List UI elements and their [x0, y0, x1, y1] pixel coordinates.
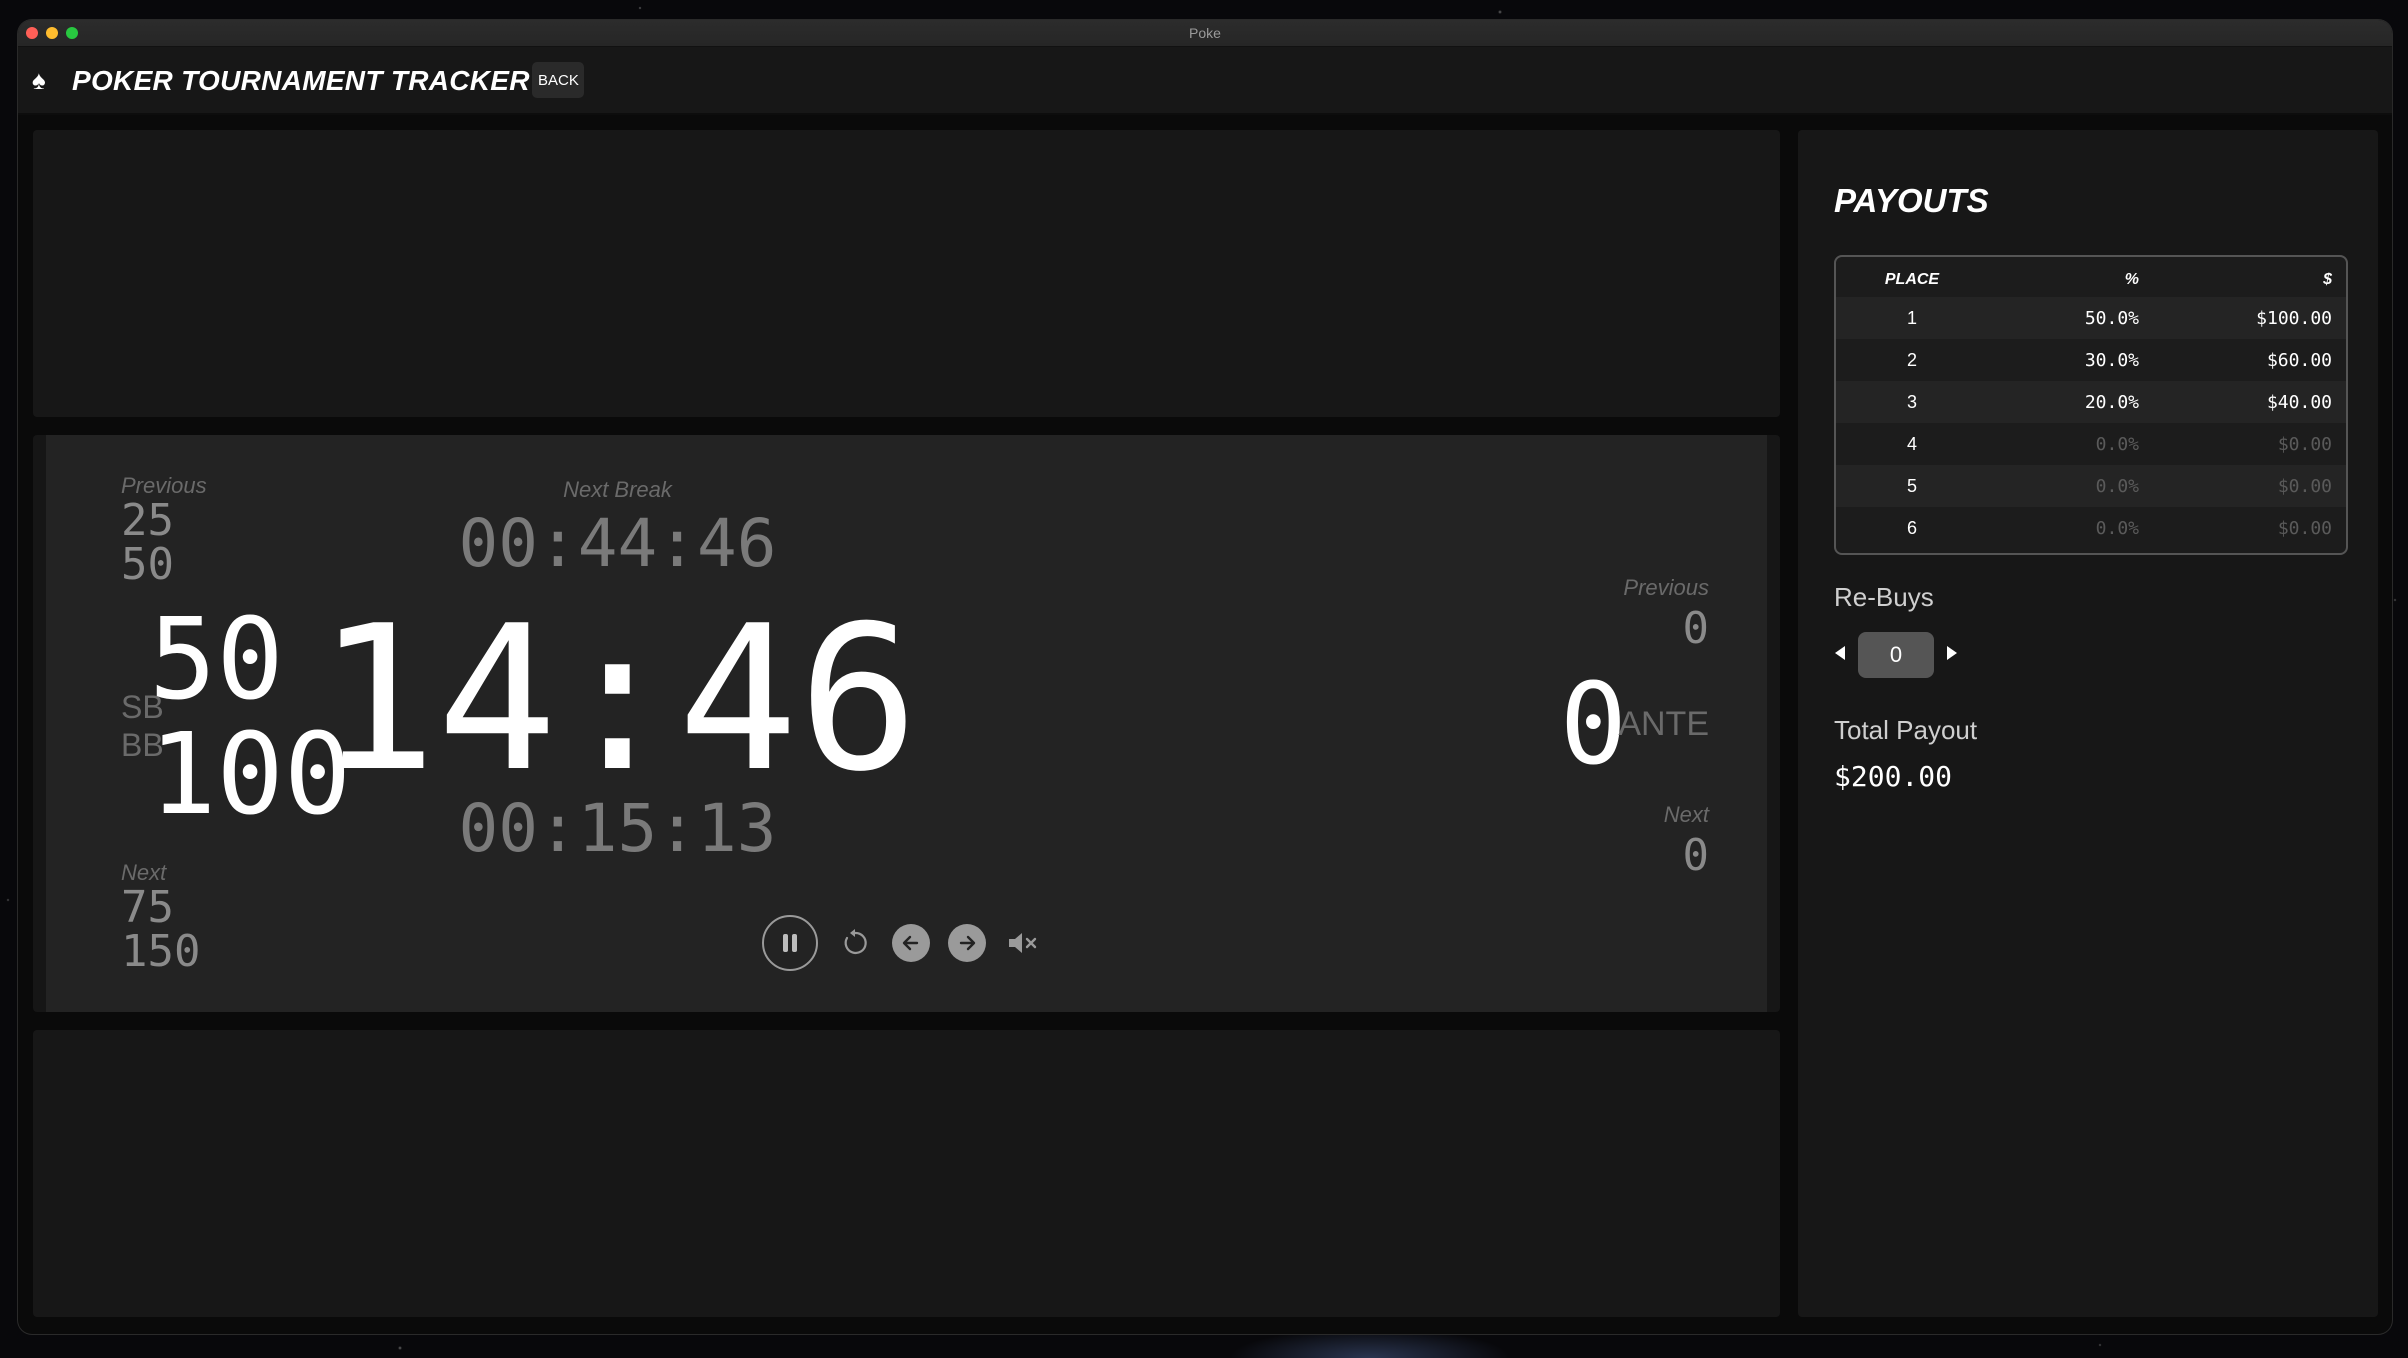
pause-icon — [783, 934, 797, 952]
top-panel — [33, 130, 1780, 417]
payouts-panel: PAYOUTS PLACE % $ 1 50.0% $100.00 2 30.0… — [1798, 130, 2378, 1317]
place-cell: 5 — [1836, 465, 1988, 507]
payouts-title: PAYOUTS — [1834, 182, 1989, 219]
amount-cell: $0.00 — [2140, 465, 2346, 507]
decrement-rebuys-button[interactable] — [1834, 645, 1846, 666]
total-payout-label: Total Payout — [1834, 715, 1978, 745]
previous-level-button[interactable] — [892, 924, 930, 962]
ante-label: ANTE — [1618, 705, 1709, 743]
arrow-left-icon — [902, 935, 919, 951]
title-bar: Poke — [18, 20, 2392, 47]
next-big-blind: 150 — [121, 926, 201, 977]
clock-display: Previous 25 50 SB BB 50 100 Next 75 150 … — [46, 435, 1767, 1012]
clock-panel: Previous 25 50 SB BB 50 100 Next 75 150 … — [33, 435, 1780, 1012]
window-title: Poke — [1189, 25, 1221, 41]
triangle-left-icon — [1835, 645, 1845, 660]
amount-cell: $0.00 — [2277, 517, 2332, 539]
percent-cell: 0.0% — [2095, 517, 2139, 539]
amount-cell: $0.00 — [2277, 433, 2332, 455]
amount-cell: $100.00 — [2140, 297, 2346, 339]
table-header-row: PLACE % $ — [1836, 263, 2346, 297]
spade-icon: ♠ — [32, 65, 46, 95]
next-ante-label: Next — [1663, 802, 1709, 827]
elapsed-timer: 00:15:13 — [458, 790, 777, 867]
next-ante-value: 0 — [1682, 830, 1710, 881]
table-row: 3 20.0% $40.00 — [1836, 381, 2346, 423]
level-timer: 14:46 — [316, 583, 919, 816]
percent-cell: 30.0% — [2084, 349, 2139, 371]
column-header-percent: % — [2124, 271, 2139, 288]
percent-cell: 0.0% — [2095, 433, 2139, 455]
timer-controls — [762, 915, 1042, 971]
restart-button[interactable] — [836, 924, 874, 962]
percent-cell: 20.0% — [1988, 381, 2140, 423]
table-row: 6 0.0% $0.00 — [1836, 507, 2346, 549]
previous-ante-value: 0 — [1682, 603, 1710, 654]
app-header: ♠ POKER TOURNAMENT TRACKER BACK — [18, 47, 2392, 115]
column-header-place: PLACE — [1884, 271, 1940, 288]
back-button[interactable]: BACK — [532, 62, 584, 98]
place-cell: 2 — [1906, 349, 1917, 370]
rebuys-input[interactable] — [1858, 632, 1934, 678]
table-row: 1 50.0% $100.00 — [1836, 297, 2346, 339]
app-window: Poke ♠ POKER TOURNAMENT TRACKER BACK Pre… — [18, 20, 2392, 1334]
next-break-label: Next Break — [563, 477, 672, 502]
ante-value: 0 — [1559, 660, 1627, 790]
table-row: 2 30.0% $60.00 — [1836, 339, 2346, 381]
total-payout-value: $200.00 — [1834, 760, 1953, 793]
arrow-right-icon — [959, 935, 976, 951]
table-row: 4 0.0% $0.00 — [1836, 423, 2346, 465]
place-cell: 6 — [1906, 517, 1917, 538]
rebuys-stepper — [1834, 632, 1958, 678]
app-title: POKER TOURNAMENT TRACKER — [72, 65, 530, 96]
triangle-right-icon — [1947, 645, 1957, 660]
amount-cell: $60.00 — [2266, 349, 2332, 371]
place-cell: 1 — [1836, 297, 1988, 339]
next-level-button[interactable] — [948, 924, 986, 962]
next-blinds: Next 75 150 — [121, 860, 200, 974]
place-cell: 3 — [1836, 381, 1988, 423]
bottom-panel — [33, 1030, 1780, 1317]
amount-cell: $40.00 — [2140, 381, 2346, 423]
next-small-blind: 75 — [121, 882, 174, 933]
rebuys-label: Re-Buys — [1834, 582, 1934, 612]
restart-icon — [844, 929, 867, 955]
column-header-amount: $ — [2323, 271, 2332, 288]
percent-cell: 50.0% — [1988, 297, 2140, 339]
table-row: 5 0.0% $0.00 — [1836, 465, 2346, 507]
pause-button[interactable] — [762, 915, 818, 971]
increment-rebuys-button[interactable] — [1946, 645, 1958, 666]
previous-ante-label: Previous — [1623, 575, 1709, 600]
mute-button[interactable] — [1004, 924, 1042, 962]
percent-cell: 0.0% — [1988, 465, 2140, 507]
place-cell: 4 — [1906, 433, 1917, 454]
mute-icon — [1009, 933, 1037, 953]
payouts-table: PLACE % $ 1 50.0% $100.00 2 30.0% $60.00 — [1834, 255, 2348, 555]
next-break-timer: 00:44:46 — [458, 505, 777, 582]
